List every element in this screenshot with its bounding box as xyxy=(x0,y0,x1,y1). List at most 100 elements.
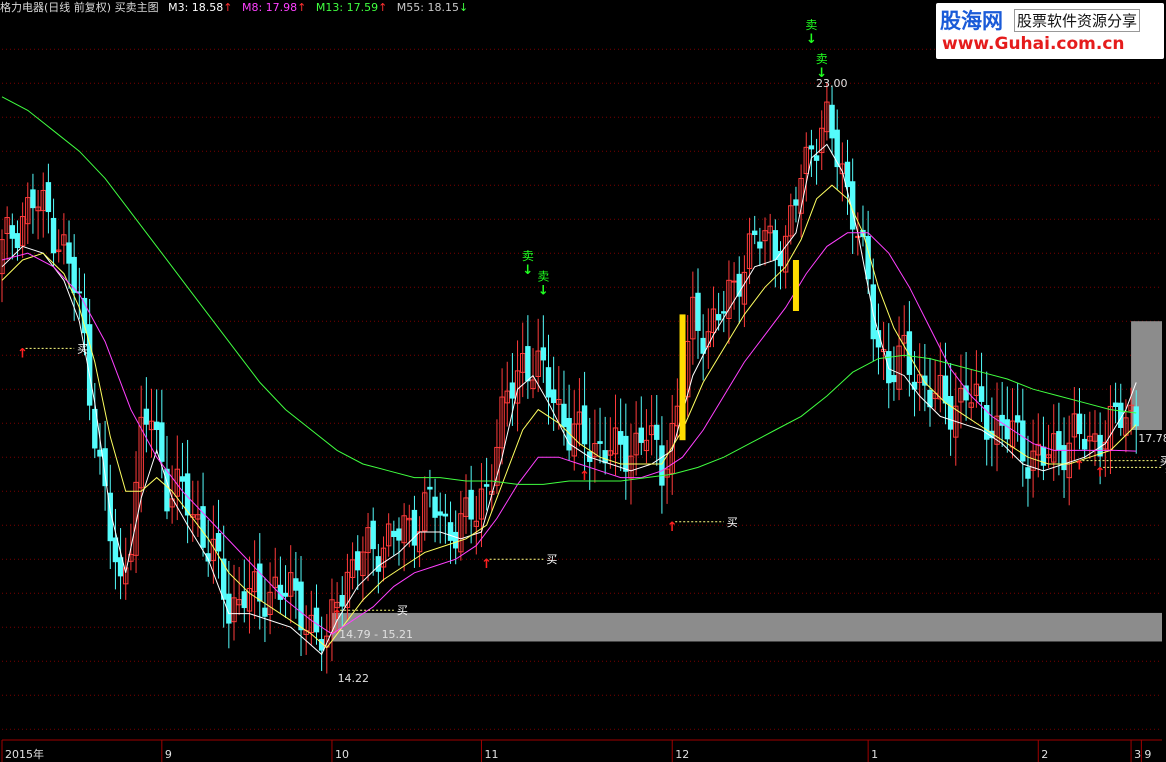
sell-arrow-icon: ↓ xyxy=(538,284,549,299)
x-tick-label: 10 xyxy=(335,748,349,761)
candle-body xyxy=(654,424,660,440)
buy-signal-label: 买 xyxy=(546,553,557,566)
x-tick-label: 9 xyxy=(165,748,172,761)
candle-body xyxy=(715,314,722,321)
candle-body xyxy=(793,199,799,206)
x-tick-label: 2 xyxy=(1041,748,1048,761)
candle-body xyxy=(757,241,763,249)
candle-body xyxy=(293,578,299,591)
sell-signal-label: 卖 xyxy=(805,18,817,32)
candle-body xyxy=(452,531,459,549)
buy-signal-label: 买 xyxy=(397,604,408,617)
candle-body xyxy=(262,607,268,617)
candle-body xyxy=(855,235,861,238)
candle-body xyxy=(159,422,165,462)
sell-signal-label: 卖 xyxy=(537,270,549,284)
candle-body xyxy=(257,563,263,602)
candle-body xyxy=(1112,402,1119,408)
candle-body xyxy=(483,484,490,487)
surge-bar xyxy=(679,314,686,441)
candle-body xyxy=(602,450,608,464)
candle-body xyxy=(411,509,418,546)
candle-body xyxy=(1061,445,1067,471)
x-tick-label: 2015年 xyxy=(5,747,44,761)
candlestick-chart[interactable]: 卖↓卖↓卖↓卖↓↑买↑买↑买↑↑买↑买↑买 23.00 14.79 - 15.21… xyxy=(0,0,1166,762)
x-tick-label: 9 xyxy=(1144,748,1151,761)
candle-body xyxy=(50,217,57,254)
surge-bar xyxy=(792,260,799,311)
price-label: 17.78 xyxy=(1138,432,1166,445)
x-tick-label: 1 xyxy=(871,748,878,761)
candle-body xyxy=(427,486,433,490)
candle-body xyxy=(179,476,186,482)
candle-body xyxy=(215,533,222,552)
candles xyxy=(0,83,1139,674)
candle-body xyxy=(963,385,969,401)
candle-body xyxy=(468,489,474,520)
candle-body xyxy=(978,386,985,402)
candle-body xyxy=(313,607,320,633)
candle-body xyxy=(241,591,248,609)
price-zone xyxy=(331,612,1162,642)
candle-body xyxy=(597,441,603,444)
x-tick-label: 11 xyxy=(484,748,498,761)
candle-body xyxy=(143,408,150,425)
candle-body xyxy=(581,405,588,445)
buy-signal-label: 买 xyxy=(77,342,88,355)
x-tick-label: 3 xyxy=(1134,748,1141,761)
candle-body xyxy=(164,468,170,512)
candle-body xyxy=(561,403,567,428)
candle-body xyxy=(721,311,727,314)
watermark-url: www.Guhai.com.cn xyxy=(942,34,1125,54)
candle-body xyxy=(30,189,36,209)
x-axis: 2015年 9 10 11 12 1 2 3 9 xyxy=(1,740,1151,762)
candle-body xyxy=(695,292,701,331)
sell-signal-label: 卖 xyxy=(522,249,534,263)
candle-body xyxy=(298,581,304,631)
candle-body xyxy=(659,445,665,486)
candle-body xyxy=(844,161,851,188)
candle-body xyxy=(813,155,820,161)
candle-body xyxy=(623,435,629,472)
candle-body xyxy=(396,528,402,541)
candle-body xyxy=(808,145,815,150)
candle-body xyxy=(911,381,918,390)
trade-signals: 卖↓卖↓卖↓卖↓↑买↑买↑买↑↑买↑买↑买 xyxy=(17,18,1166,623)
price-label: 14.79 - 15.21 xyxy=(339,628,413,641)
candle-body xyxy=(442,513,449,517)
candle-body xyxy=(432,496,438,518)
price-label: 14.22 xyxy=(338,672,370,685)
candle-body xyxy=(282,592,289,597)
candle-body xyxy=(509,382,516,399)
candle-body xyxy=(391,530,397,538)
candle-body xyxy=(772,230,779,261)
buy-signal-label: 买 xyxy=(727,516,738,529)
watermark-logo: 股海网 股票软件资源分享 www.Guhai.com.cn xyxy=(936,3,1164,59)
candle-body xyxy=(355,551,361,571)
candle-body xyxy=(437,511,443,516)
candle-body xyxy=(339,595,345,607)
candle-body xyxy=(66,242,72,264)
candle-body xyxy=(14,233,21,249)
candle-body xyxy=(447,522,454,541)
candle-body xyxy=(540,347,547,361)
candle-body xyxy=(947,396,954,430)
candle-body xyxy=(112,537,119,563)
candle-body xyxy=(731,280,737,283)
sell-signal-label: 卖 xyxy=(816,52,828,66)
candle-body xyxy=(1004,419,1011,440)
candle-body xyxy=(375,556,382,572)
candle-body xyxy=(153,421,160,431)
candle-body xyxy=(942,375,949,404)
candle-body xyxy=(1133,406,1139,427)
candle-body xyxy=(45,182,52,213)
watermark-name: 股海网 xyxy=(940,9,1003,33)
candle-body xyxy=(525,346,531,382)
candle-body xyxy=(1025,467,1031,479)
price-labels: 23.00 14.79 - 15.21 14.22 17.78 xyxy=(338,77,1166,685)
candle-body xyxy=(1014,415,1021,423)
candle-body xyxy=(834,129,840,168)
candle-body xyxy=(700,337,706,354)
candle-body xyxy=(566,417,572,451)
price-label: 23.00 xyxy=(816,77,848,90)
